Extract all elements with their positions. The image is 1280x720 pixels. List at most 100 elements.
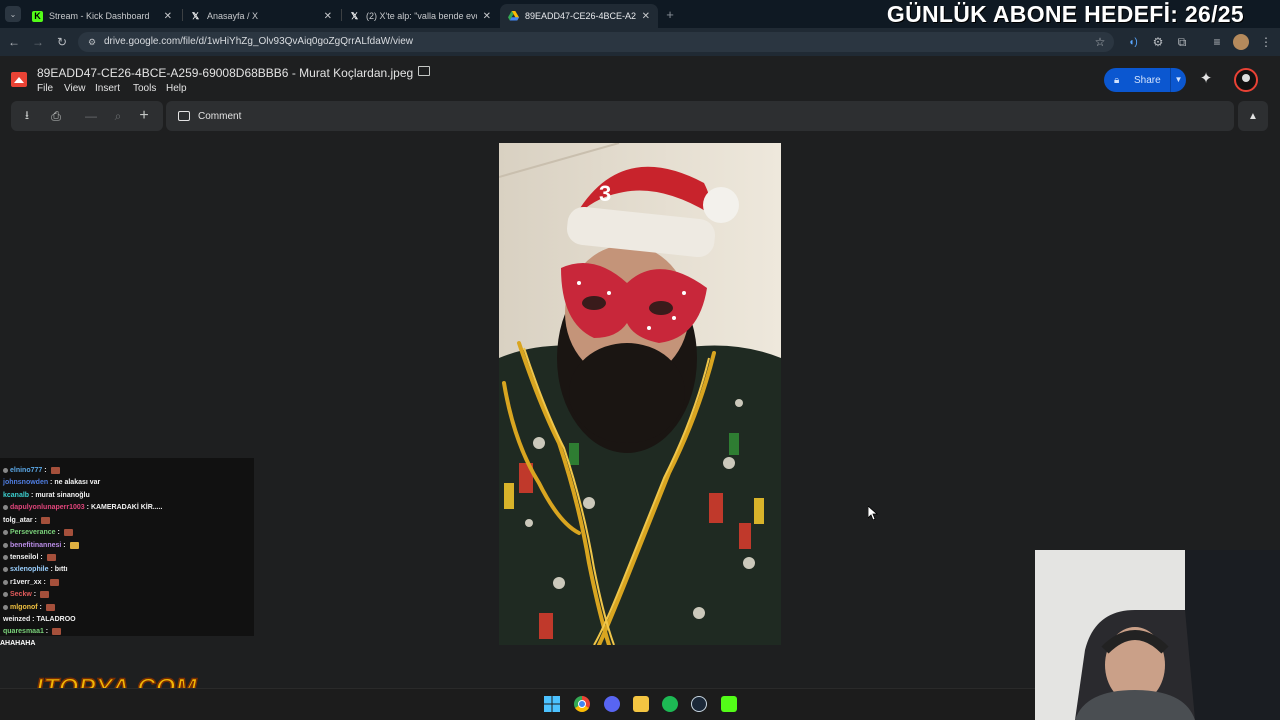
file-title: 89EADD47-CE26-4BCE-A259-69008D68BBB6 - M… <box>37 66 414 80</box>
new-tab-icon[interactable]: + <box>662 6 678 22</box>
reload-icon[interactable]: ↻ <box>54 34 70 50</box>
chat-message: benefitinannesi : <box>3 540 79 552</box>
chat-message: johnsnowden : ne alakası var <box>3 479 101 486</box>
emote-icon <box>46 553 56 561</box>
windows-start-icon[interactable] <box>544 696 560 712</box>
reading-list-icon[interactable]: ≡ <box>1209 34 1225 50</box>
chat-username: kcanalb <box>3 492 30 499</box>
close-icon[interactable]: ✕ <box>483 11 491 22</box>
image-file-icon <box>11 72 27 87</box>
user-badge-icon <box>3 529 8 535</box>
extensions-puzzle-icon[interactable]: ⧉ <box>1174 34 1190 50</box>
emote-icon <box>50 466 60 474</box>
user-badge-icon <box>3 604 8 610</box>
chat-message: r1verr_xx : <box>3 577 59 589</box>
site-info-icon[interactable]: ⚙ <box>84 34 100 50</box>
x-icon: 𝕏 <box>350 10 359 21</box>
chat-username: mlgonof <box>10 604 38 611</box>
chat-message: kcanalb : murat sinanoğlu <box>3 492 90 499</box>
collapse-chevron-icon[interactable]: ▲ <box>1238 101 1268 131</box>
print-icon[interactable]: ⎙ <box>48 108 64 124</box>
tab-kick-dashboard[interactable]: K Stream - Kick Dashboard ✕ <box>24 4 180 28</box>
menu-help[interactable]: Help <box>166 83 187 94</box>
chat-text: bıttı <box>54 566 68 573</box>
file-explorer-icon[interactable] <box>633 696 649 712</box>
chat-message: sxlenophile : bıttı <box>3 564 68 576</box>
chat-message: mlgonof : <box>3 602 55 614</box>
zoom-out-icon[interactable]: — <box>83 108 99 124</box>
stream-chat-overlay: elnino777 : johnsnowden : ne alakası var… <box>0 458 254 636</box>
steam-icon[interactable] <box>691 696 707 712</box>
chat-text: ne alakası var <box>54 479 101 486</box>
url-text[interactable]: drive.google.com/file/d/1wHiYhZg_Olv93Qv… <box>104 34 413 50</box>
chat-message: tolg_atar : <box>3 515 50 527</box>
chat-username: weinzed <box>3 616 31 623</box>
chat-overflow-text: AHAHAHA <box>0 640 36 647</box>
profile-avatar[interactable] <box>1233 34 1249 50</box>
zoom-in-icon[interactable]: + <box>136 107 152 124</box>
tab-x-home[interactable]: 𝕏 Anasayfa / X ✕ <box>182 4 340 28</box>
chat-username: sxlenophile <box>10 566 49 573</box>
download-icon[interactable]: ⭳ <box>19 108 35 124</box>
tab-google-drive[interactable]: 89EADD47-CE26-4BCE-A259-69 ✕ <box>500 4 658 28</box>
extension-icon[interactable]: ⚙ <box>1150 34 1166 50</box>
chat-message: dapulyonlunaperr1003 : KAMERADAKİ KİR...… <box>3 502 163 514</box>
chrome-icon[interactable] <box>574 696 590 712</box>
chat-text: TALADROO <box>36 616 76 623</box>
share-label: Share <box>1134 74 1161 86</box>
menu-view[interactable]: View <box>64 83 86 94</box>
chat-username: elnino777 <box>10 467 43 474</box>
viewer-toolbar <box>166 101 1234 131</box>
share-button[interactable]: 🔒︎ Share ▼ <box>1104 68 1186 92</box>
close-icon[interactable]: ✕ <box>642 11 650 22</box>
spotify-icon[interactable] <box>662 696 678 712</box>
chat-message: Perseverance : <box>3 527 73 539</box>
chat-message: weinzed : TALADROO <box>3 616 76 623</box>
google-drive-icon <box>508 11 519 22</box>
chat-text: murat sinanoğlu <box>35 492 90 499</box>
user-badge-icon <box>3 579 8 585</box>
tab-title: Stream - Kick Dashboard <box>49 11 150 21</box>
zoom-icon[interactable]: ⌕ <box>110 108 126 124</box>
tab-x-post[interactable]: 𝕏 (2) X'te alp: "valla bende evde u ✕ <box>341 4 499 28</box>
browser-menu-icon[interactable]: ⋮ <box>1258 34 1274 50</box>
chat-message: quaresmaa1 : <box>3 626 62 638</box>
forward-icon[interactable]: → <box>30 34 46 50</box>
account-avatar[interactable] <box>1234 68 1258 92</box>
chat-message: elnino777 : <box>3 465 60 477</box>
chat-username: johnsnowden <box>3 479 49 486</box>
menu-tools[interactable]: Tools <box>133 83 156 94</box>
discord-icon[interactable] <box>604 696 620 712</box>
comment-button[interactable]: Comment <box>178 108 241 124</box>
webcam-overlay <box>1035 550 1280 720</box>
close-icon[interactable]: ✕ <box>324 11 332 22</box>
chevron-down-icon[interactable]: ▼ <box>1170 68 1186 92</box>
lock-icon: 🔒︎ <box>1114 74 1120 86</box>
gemini-sparkle-icon[interactable]: ✦ <box>1198 71 1214 87</box>
back-icon[interactable]: ← <box>6 34 22 50</box>
chat-text: KAMERADAKİ KİR..... <box>90 504 163 511</box>
kick-app-icon[interactable] <box>721 696 737 712</box>
preview-image: 3 <box>499 143 781 645</box>
user-badge-icon <box>3 554 8 560</box>
move-folder-icon[interactable] <box>418 66 430 76</box>
emote-icon <box>40 590 50 598</box>
tab-title: 89EADD47-CE26-4BCE-A259-69 <box>525 11 636 21</box>
emote-icon <box>52 627 62 635</box>
menu-file[interactable]: File <box>37 83 53 94</box>
kick-icon: K <box>32 10 43 22</box>
extension-audio-icon[interactable]: ◖) <box>1125 34 1141 50</box>
chat-username: Seckw <box>10 591 32 598</box>
chat-username: dapulyonlunaperr1003 <box>10 504 85 511</box>
menu-insert[interactable]: Insert <box>95 83 120 94</box>
tab-search-icon[interactable]: ⌄ <box>5 6 21 22</box>
chat-username: r1verr_xx <box>10 579 42 586</box>
emote-icon <box>69 541 79 549</box>
chat-username: tolg_atar <box>3 517 33 524</box>
user-badge-icon <box>3 467 8 473</box>
user-badge-icon <box>3 566 8 572</box>
user-badge-icon <box>3 591 8 597</box>
bookmark-star-icon[interactable]: ☆ <box>1092 34 1108 50</box>
close-icon[interactable]: ✕ <box>164 11 172 22</box>
tab-title: Anasayfa / X <box>207 11 259 21</box>
